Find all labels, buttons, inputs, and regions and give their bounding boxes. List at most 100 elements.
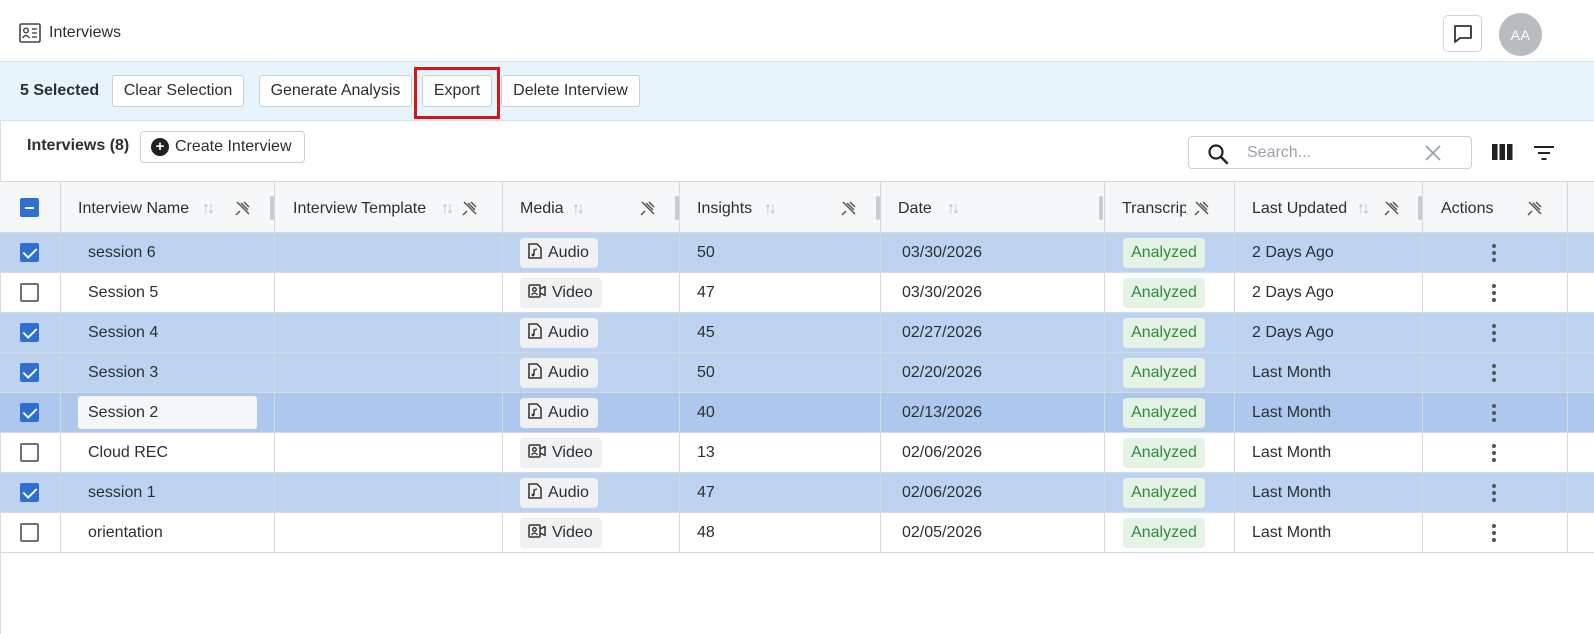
column-label: Media [520,200,564,217]
media-label: Video [552,284,593,301]
audio-file-icon [528,322,542,339]
interview-name[interactable]: Session 2 [88,393,158,433]
pin-off-icon[interactable] [1194,200,1210,216]
media-chip: Audio [520,358,598,388]
column-divider [60,181,61,553]
more-vertical-icon[interactable] [1488,283,1500,303]
chat-bubble-icon [1453,24,1472,43]
interview-name[interactable]: Session 4 [88,313,158,353]
pin-off-icon[interactable] [462,200,478,216]
column-header-media[interactable]: Media ↑↓ [503,182,679,233]
table-row[interactable]: Session 5 Video 47 03/30/2026 Analyzed 2… [0,273,1594,313]
media-chip: Video [520,438,602,468]
column-divider [880,181,881,553]
filter-icon[interactable] [1533,145,1555,161]
sort-icon[interactable]: ↑↓ [1357,200,1370,218]
generate-analysis-button[interactable]: Generate Analysis [259,75,412,107]
table-row[interactable]: Session 3 Audio 50 02/20/2026 Analyzed L… [0,353,1594,393]
row-checkbox[interactable] [20,323,39,342]
sort-icon[interactable]: ↑↓ [202,200,215,218]
column-divider [1567,181,1568,553]
interview-name[interactable]: session 1 [88,473,156,513]
row-checkbox[interactable] [20,403,39,422]
delete-interview-button[interactable]: Delete Interview [501,75,640,107]
more-vertical-icon[interactable] [1488,323,1500,343]
column-resizer[interactable] [1099,196,1103,220]
pin-off-icon[interactable] [1384,200,1400,216]
row-checkbox[interactable] [20,283,39,302]
row-checkbox[interactable] [20,483,39,502]
table-row[interactable]: Session 4 Audio 45 02/27/2026 Analyzed 2… [0,313,1594,353]
media-icon [528,362,548,384]
media-label: Audio [548,404,589,421]
interview-name[interactable]: Cloud REC [88,433,168,473]
interview-date: 03/30/2026 [902,284,983,301]
pin-off-icon[interactable] [1527,200,1543,216]
sort-icon[interactable]: ↑↓ [764,200,777,218]
chat-button[interactable] [1443,15,1482,52]
columns-icon[interactable] [1492,144,1513,160]
insights-count: 13 [697,444,715,461]
select-all-cell [0,182,60,233]
column-label: Last Updated [1252,200,1348,217]
search-input[interactable] [1247,143,1417,163]
column-header-date[interactable]: Date ↑↓ [881,182,1104,233]
plus-circle-icon: + [151,138,169,156]
interview-date: 02/05/2026 [902,524,983,541]
interview-name[interactable]: session 6 [88,233,156,273]
more-vertical-icon[interactable] [1488,243,1500,263]
table-row[interactable]: session 1 Audio 47 02/06/2026 Analyzed L… [0,473,1594,513]
column-header-last-updated[interactable]: Last Updated ↑↓ [1235,182,1422,233]
status-badge: Analyzed [1123,358,1205,388]
column-header-insights[interactable]: Insights ↑↓ [680,182,880,233]
sort-icon[interactable]: ↑↓ [947,200,960,218]
interview-name[interactable]: Session 3 [88,353,158,393]
insights-count: 48 [697,524,715,541]
interview-name[interactable]: orientation [88,513,163,553]
create-interview-button[interactable]: + Create Interview [140,131,305,163]
sort-icon[interactable]: ↑↓ [441,200,454,218]
interview-date: 02/27/2026 [902,324,983,341]
media-chip: Audio [520,398,598,428]
row-checkbox[interactable] [20,363,39,382]
column-header-interview-template[interactable]: Interview Template ↑↓ [275,182,502,233]
table-row[interactable]: session 6 Audio 50 03/30/2026 Analyzed 2… [0,233,1594,273]
more-vertical-icon[interactable] [1488,403,1500,423]
column-divider [1104,181,1105,553]
row-checkbox[interactable] [20,243,39,262]
row-checkbox[interactable] [20,443,39,462]
sort-icon[interactable]: ↑↓ [572,200,585,218]
table-row[interactable]: orientation Video 48 02/05/2026 Analyzed… [0,513,1594,553]
status-badge: Analyzed [1123,278,1205,308]
media-icon [528,482,548,504]
pin-off-icon[interactable] [640,200,656,216]
interview-name[interactable]: Session 5 [88,273,158,313]
media-chip: Audio [520,478,598,508]
row-checkbox[interactable] [20,523,39,542]
close-icon[interactable] [1425,145,1441,161]
interviews-contact-icon [19,23,41,43]
clear-selection-button[interactable]: Clear Selection [112,75,244,107]
status-badge: Analyzed [1123,518,1205,548]
media-label: Audio [548,364,589,381]
column-header-transcript[interactable]: Transcript [1105,182,1234,233]
more-vertical-icon[interactable] [1488,483,1500,503]
more-vertical-icon[interactable] [1488,443,1500,463]
audio-file-icon [528,242,542,259]
audio-file-icon [528,482,542,499]
table-header: Interview Name ↑↓ Interview Template ↑↓ … [0,181,1594,233]
pin-off-icon[interactable] [841,200,857,216]
more-vertical-icon[interactable] [1488,363,1500,383]
media-label: Video [552,444,593,461]
more-vertical-icon[interactable] [1488,523,1500,543]
last-updated: 2 Days Ago [1252,324,1334,341]
avatar[interactable]: AA [1499,13,1542,56]
column-label: Interview Template [293,200,427,217]
pin-off-icon[interactable] [235,200,251,216]
column-header-interview-name[interactable]: Interview Name ↑↓ [61,182,274,233]
search-icon [1208,144,1229,165]
select-all-checkbox[interactable] [20,198,39,217]
media-label: Audio [548,324,589,341]
table-row[interactable]: Session 2 Audio 40 02/13/2026 Analyzed L… [0,393,1594,433]
table-row[interactable]: Cloud REC Video 13 02/06/2026 Analyzed L… [0,433,1594,473]
